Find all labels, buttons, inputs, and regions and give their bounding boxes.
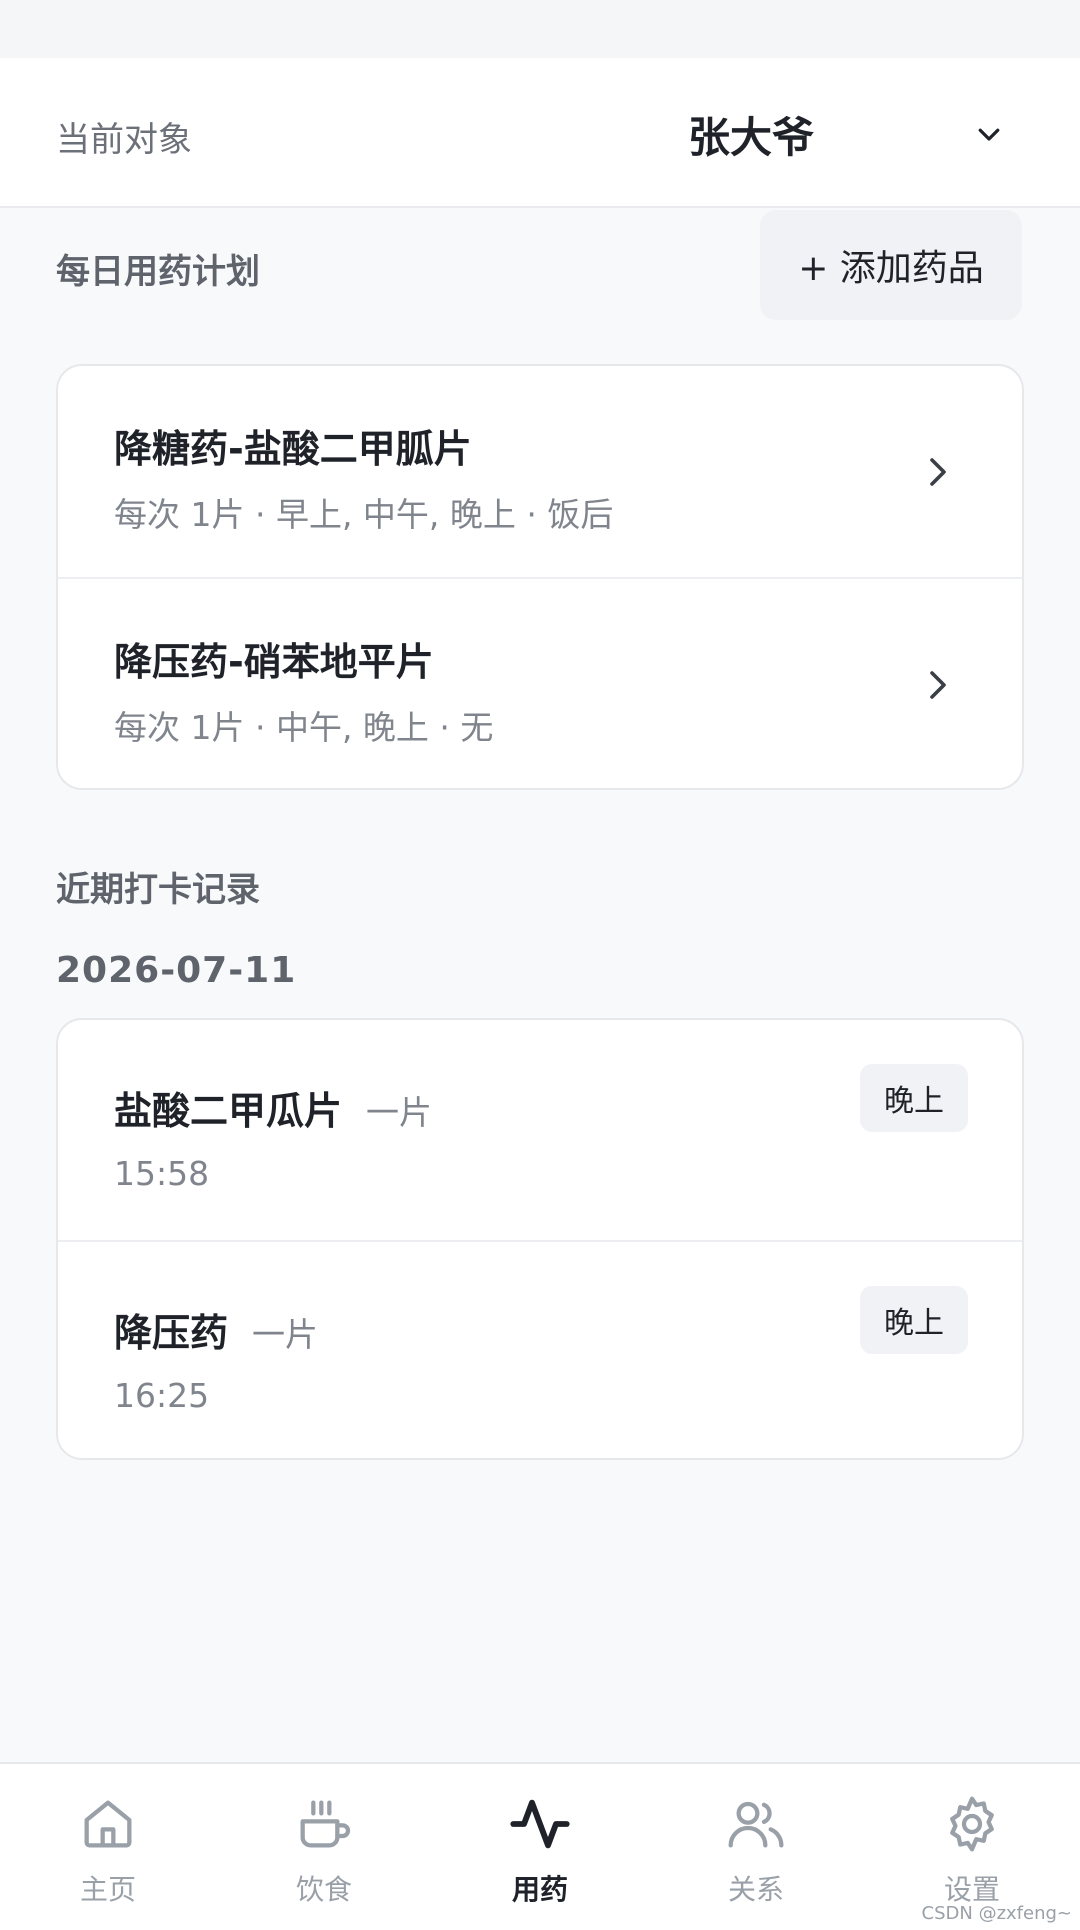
record-time: 16:25 bbox=[114, 1376, 210, 1415]
chevron-down-icon bbox=[978, 128, 1000, 141]
plan-item[interactable]: 降压药-硝苯地平片 每次 1片 · 中午, 晚上 · 无 bbox=[58, 577, 1022, 788]
record-dose: 一片 bbox=[366, 1093, 433, 1132]
plan-item-title: 降压药-硝苯地平片 bbox=[114, 640, 434, 684]
subject-selector[interactable]: 张大爷 bbox=[680, 94, 1010, 174]
current-subject-label: 当前对象 bbox=[56, 120, 192, 160]
record-name: 盐酸二甲瓜片 bbox=[114, 1089, 343, 1133]
record-item: 降压药 一片 16:25 晚上 bbox=[58, 1240, 1022, 1458]
subject-name: 张大爷 bbox=[688, 112, 815, 162]
record-name-wrap: 降压药 一片 bbox=[114, 1302, 318, 1357]
records-section-title: 近期打卡记录 bbox=[56, 870, 260, 910]
tab-diet[interactable]: 饮食 bbox=[216, 1764, 432, 1930]
tab-label: 主页 bbox=[79, 1873, 136, 1906]
gear-icon bbox=[950, 1796, 994, 1852]
tab-medication[interactable]: 用药 bbox=[432, 1764, 648, 1930]
plan-card: 降糖药-盐酸二甲胍片 每次 1片 · 早上, 中午, 晚上 · 饭后 降压药-硝… bbox=[56, 364, 1024, 790]
record-name-wrap: 盐酸二甲瓜片 一片 bbox=[114, 1080, 432, 1135]
chevron-right-icon bbox=[930, 671, 946, 699]
medication-page: 当前对象 张大爷 每日用药计划 + 添加药品 降糖药-盐酸二甲胍片 每次 1片 … bbox=[0, 0, 1080, 1930]
activity-icon bbox=[510, 1799, 570, 1849]
chevron-right-icon bbox=[930, 458, 946, 486]
tab-relations[interactable]: 关系 bbox=[648, 1764, 864, 1930]
users-icon bbox=[728, 1801, 784, 1848]
records-card: 盐酸二甲瓜片 一片 15:58 晚上 降压药 一片 16:25 晚上 bbox=[56, 1018, 1024, 1460]
tab-label: 用药 bbox=[511, 1873, 568, 1906]
plan-section-title: 每日用药计划 bbox=[56, 252, 260, 292]
add-medicine-button[interactable]: + 添加药品 bbox=[760, 210, 1022, 320]
tab-label: 关系 bbox=[727, 1873, 784, 1906]
home-icon bbox=[84, 1800, 132, 1848]
plan-item-detail: 每次 1片 · 中午, 晚上 · 无 bbox=[114, 708, 494, 747]
record-date: 2026-07-11 bbox=[56, 950, 297, 991]
watermark: CSDN @zxfeng~ bbox=[921, 1903, 1072, 1924]
cup-icon bbox=[300, 1800, 351, 1848]
plan-item[interactable]: 降糖药-盐酸二甲胍片 每次 1片 · 早上, 中午, 晚上 · 饭后 bbox=[58, 366, 1022, 577]
tab-label: 设置 bbox=[943, 1873, 1000, 1906]
plan-item-detail: 每次 1片 · 早上, 中午, 晚上 · 饭后 bbox=[114, 495, 614, 534]
bottom-tab-bar: 主页 饮食 用药 关系 设置 bbox=[0, 1762, 1080, 1930]
period-badge: 晚上 bbox=[860, 1064, 968, 1132]
tab-home[interactable]: 主页 bbox=[0, 1764, 216, 1930]
header: 当前对象 张大爷 bbox=[0, 58, 1080, 208]
record-time: 15:58 bbox=[114, 1154, 210, 1193]
record-item: 盐酸二甲瓜片 一片 15:58 晚上 bbox=[58, 1020, 1022, 1240]
tab-label: 饮食 bbox=[295, 1873, 352, 1906]
period-badge: 晚上 bbox=[860, 1286, 968, 1354]
record-dose: 一片 bbox=[252, 1315, 319, 1354]
plan-item-title: 降糖药-盐酸二甲胍片 bbox=[114, 427, 472, 471]
record-name: 降压药 bbox=[114, 1311, 229, 1355]
status-bar bbox=[0, 0, 1080, 58]
